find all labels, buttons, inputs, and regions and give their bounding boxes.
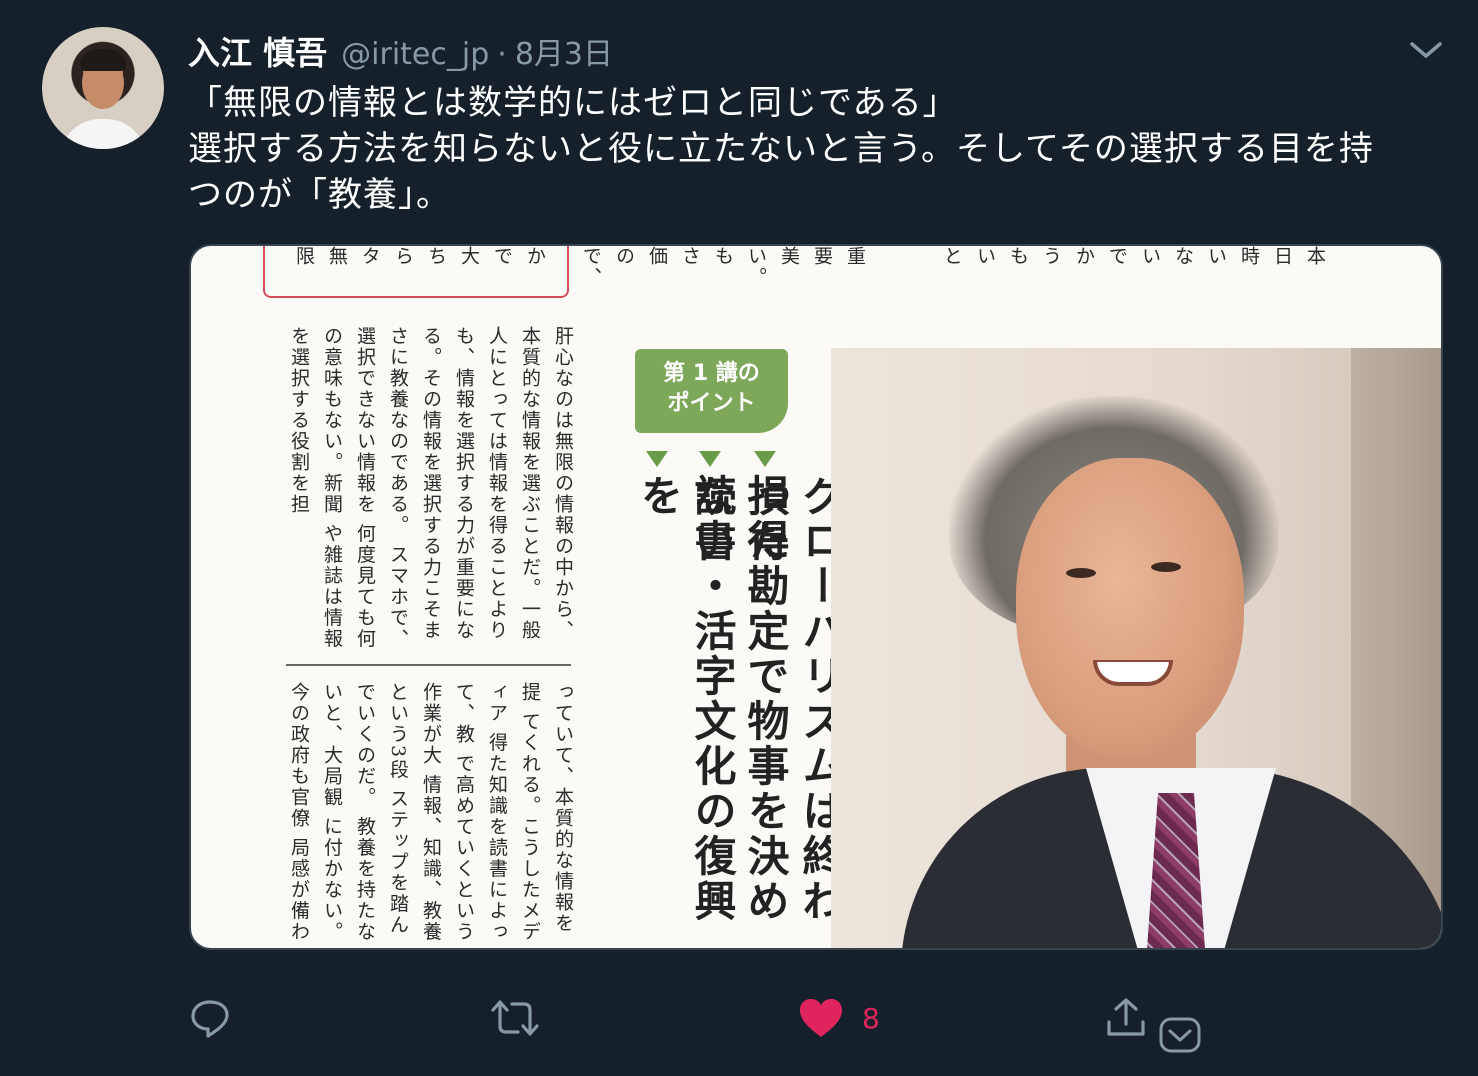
tweet-text-line: 選択する方法を知らないと役に立たないと言う。そしてその選択する目を持 [188, 129, 1374, 169]
article-line: 本質的な情報を選ぶことだ。一般 [519, 326, 541, 641]
article-line: る。その情報を選択する力こそま [420, 326, 442, 641]
triangle-icon [699, 451, 721, 467]
reply-button[interactable] [188, 990, 232, 1046]
tweet-actions: 8 [0, 990, 1478, 1053]
retweet-button[interactable] [490, 990, 540, 1046]
share-button[interactable] [1104, 990, 1148, 1046]
more-options-button[interactable] [1158, 1008, 1202, 1064]
portrait-photo [831, 348, 1441, 948]
tweet-header: 入江 慎吾 @iritec_jp · 8月3日 [188, 28, 613, 72]
tweet: 入江 慎吾 @iritec_jp · 8月3日 「無限の情報とは数学的にはゼロと… [0, 0, 1478, 1076]
tweet-text-line: つのが「教養」。 [188, 175, 451, 215]
point-badge: 第 1 講の ポイント [635, 349, 788, 433]
top-text-fragment: 重要美い。もさ価ので、ると、コなも [580, 246, 866, 286]
avatar[interactable] [42, 27, 164, 149]
like-button[interactable]: 8 [798, 990, 880, 1046]
badge-line: ポイント [667, 391, 756, 416]
article-line: 肝心なのは無限の情報の中から、 [552, 326, 574, 641]
red-highlight-box [263, 246, 569, 298]
article-line: も、情報を選択する力が重要にな [453, 326, 475, 641]
tweet-image[interactable]: 本日時いないでかうもいとかにもかっ立ただの見てこん鮮 重要美い。もさ価ので、ると… [189, 244, 1443, 950]
heart-icon [800, 999, 842, 1037]
triangle-icon [646, 451, 668, 467]
reply-icon [191, 1000, 229, 1038]
article-line: 人にとっては情報を得ることより [486, 326, 508, 641]
tweet-text-line: 「無限の情報とは数学的にはゼロと同じである」 [188, 83, 958, 123]
share-icon [1107, 998, 1145, 1036]
like-count: 8 [862, 1001, 880, 1035]
article-line: さに教養なのである。 [387, 326, 409, 536]
headline: 読書・活字文化の復興を [634, 474, 737, 924]
author-name[interactable]: 入江 慎吾 [188, 28, 327, 74]
author-handle[interactable]: @iritec_jp [341, 37, 489, 72]
chevron-down-circle-icon [1159, 1017, 1201, 1053]
article-column: っていて、本質的な情報を提 てくれる。こうしたメディア 得た知識を読書によって、… [283, 682, 579, 948]
retweet-icon [491, 1000, 539, 1036]
chevron-down-icon[interactable] [1406, 36, 1446, 64]
triangle-icon [754, 451, 776, 467]
article-column: 肝心なのは無限の情報の中から、 本質的な情報を選ぶことだ。一般 人にとっては情報… [283, 326, 579, 656]
badge-line: 第 1 講の [663, 361, 760, 386]
column-divider [286, 664, 571, 666]
separator-dot: · [497, 37, 507, 72]
tweet-text: 「無限の情報とは数学的にはゼロと同じである」 選択する方法を知らないと役に立たな… [188, 80, 1448, 218]
top-text-fragment: 本日時いないでかうもいとかにもかっ立ただの見てこん鮮 [941, 246, 1326, 267]
tweet-date[interactable]: 8月3日 [515, 29, 613, 73]
